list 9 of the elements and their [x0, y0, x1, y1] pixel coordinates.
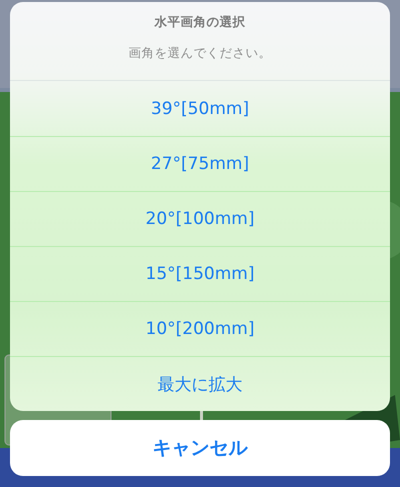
option-button[interactable]: 39°[50mm]	[10, 81, 390, 136]
sheet-title: 水平画角の選択	[154, 14, 246, 31]
sheet-message: 画角を選んでください。	[128, 45, 272, 62]
option-button[interactable]: 10°[200mm]	[10, 301, 390, 356]
option-button[interactable]: 20°[100mm]	[10, 191, 390, 246]
option-button[interactable]: 15°[150mm]	[10, 246, 390, 301]
option-button[interactable]: 27°[75mm]	[10, 136, 390, 191]
cancel-button[interactable]: キャンセル	[10, 420, 390, 476]
option-button[interactable]: 最大に拡大	[10, 356, 390, 411]
